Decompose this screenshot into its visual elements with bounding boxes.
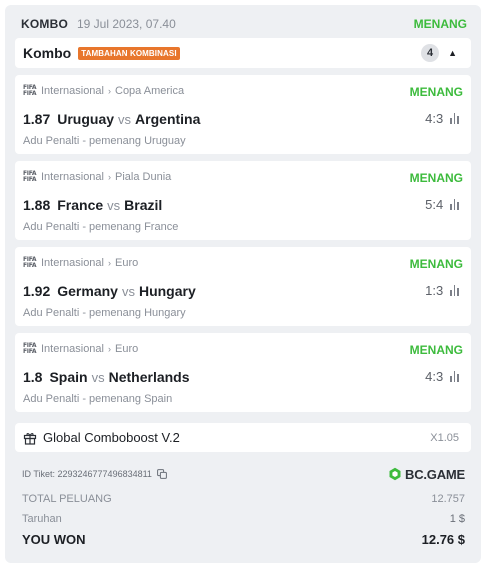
comboboost-row: Global Comboboost V.2 X1.05 — [15, 423, 471, 452]
stats-bars-icon[interactable] — [450, 113, 459, 124]
combo-title: Kombo — [23, 45, 72, 61]
match-line[interactable]: 1.88 France vs Brazil — [23, 197, 162, 213]
fifa-logo-icon: FIFA FIFA — [23, 84, 37, 97]
league-category[interactable]: Internasional — [41, 171, 104, 183]
bet-selection: Adu Penalti - pemenang Spain — [23, 393, 173, 405]
chevron-right-icon: › — [108, 172, 111, 182]
brand-logo: BC.GAME — [388, 467, 465, 482]
bet-status-badge: MENANG — [409, 257, 463, 271]
final-score: 1:3 — [425, 283, 444, 298]
match-line[interactable]: 1.92 Germany vs Hungary — [23, 283, 196, 299]
stake-label: Taruhan — [22, 513, 62, 525]
bet-odds: 1.92 — [23, 283, 51, 299]
league-name[interactable]: Piala Dunia — [115, 171, 171, 183]
won-value: 12.76 $ — [421, 531, 465, 547]
home-team: Germany — [57, 283, 118, 299]
score-block: 5:4 — [425, 197, 459, 212]
bc-game-logo-icon — [389, 467, 401, 481]
chevron-right-icon: › — [108, 86, 111, 96]
match-line[interactable]: 1.8 Spain vs Netherlands — [23, 369, 190, 385]
stats-bars-icon[interactable] — [450, 371, 459, 382]
won-label: YOU WON — [22, 531, 86, 547]
won-row: YOU WON 12.76 $ — [22, 531, 465, 547]
bet-card: FIFA FIFA Internasional › Piala Dunia MEN… — [15, 161, 471, 240]
score-block: 4:3 — [425, 111, 459, 126]
final-score: 5:4 — [425, 197, 444, 212]
bet-selection: Adu Penalti - pemenang France — [23, 221, 179, 233]
bet-card: FIFA FIFA Internasional › Copa America ME… — [15, 75, 471, 154]
bet-card: FIFA FIFA Internasional › Euro MENANG 1.9… — [15, 247, 471, 326]
bet-status-badge: MENANG — [409, 343, 463, 357]
stats-bars-icon[interactable] — [450, 199, 459, 210]
chevron-right-icon: › — [108, 258, 111, 268]
away-team: Netherlands — [108, 369, 190, 385]
total-odds-row: TOTAL PELUANG 12.757 — [22, 492, 465, 506]
combo-toggle-bar[interactable]: Kombo TAMBAHAN KOMBINASI 4 ▲ — [15, 38, 471, 68]
fifa-logo-icon: FIFA FIFA — [23, 256, 37, 269]
league-path: FIFA FIFA Internasional › Piala Dunia — [23, 170, 171, 184]
total-odds-value: 12.757 — [431, 493, 465, 505]
stake-value: 1 $ — [449, 513, 465, 525]
stake-row: Taruhan 1 $ — [22, 512, 465, 526]
comboboost-name: Global Comboboost V.2 — [43, 430, 180, 445]
league-path: FIFA FIFA Internasional › Euro — [23, 256, 138, 270]
bet-selection: Adu Penalti - pemenang Hungary — [23, 307, 186, 319]
total-odds-label: TOTAL PELUANG — [22, 493, 112, 505]
ticket-header: KOMBO 19 Jul 2023, 07.40 MENANG — [21, 13, 467, 35]
league-name[interactable]: Copa America — [115, 85, 184, 97]
league-category[interactable]: Internasional — [41, 257, 104, 269]
comboboost-multiplier: X1.05 — [430, 431, 459, 444]
away-team: Brazil — [124, 197, 163, 213]
chevron-up-icon[interactable]: ▲ — [448, 48, 457, 58]
league-path: FIFA FIFA Internasional › Euro — [23, 342, 138, 356]
bet-status-badge: MENANG — [409, 85, 463, 99]
ticket-id: ID Tiket: 2293246777496834811 — [22, 469, 152, 479]
away-team: Hungary — [138, 283, 196, 299]
league-name[interactable]: Euro — [115, 257, 138, 269]
bet-card: FIFA FIFA Internasional › Euro MENANG 1.8… — [15, 333, 471, 412]
away-team: Argentina — [135, 111, 201, 127]
home-team: France — [57, 197, 104, 213]
vs-label: vs — [91, 370, 105, 385]
selection-count-badge: 4 — [421, 44, 440, 62]
vs-label: vs — [121, 284, 135, 299]
league-category[interactable]: Internasional — [41, 85, 104, 97]
fifa-logo-icon: FIFA FIFA — [23, 342, 37, 355]
brand-name: BC.GAME — [405, 466, 465, 482]
final-score: 4:3 — [425, 111, 444, 126]
bet-odds: 1.87 — [23, 111, 51, 127]
stats-bars-icon[interactable] — [450, 285, 459, 296]
final-score: 4:3 — [425, 369, 444, 384]
chevron-right-icon: › — [108, 344, 111, 354]
bet-date: 19 Jul 2023, 07.40 — [77, 17, 176, 31]
score-block: 4:3 — [425, 369, 459, 384]
combo-tag-badge: TAMBAHAN KOMBINASI — [78, 46, 180, 60]
vs-label: vs — [107, 198, 121, 213]
fifa-logo-icon: FIFA FIFA — [23, 170, 37, 183]
bet-ticket: KOMBO 19 Jul 2023, 07.40 MENANG Kombo TA… — [5, 5, 481, 563]
league-path: FIFA FIFA Internasional › Copa America — [23, 84, 184, 98]
ticket-status-badge: MENANG — [413, 17, 467, 31]
league-category[interactable]: Internasional — [41, 343, 104, 355]
home-team: Spain — [49, 369, 88, 385]
home-team: Uruguay — [57, 111, 115, 127]
ticket-id-row: ID Tiket: 2293246777496834811 BC.GAME — [22, 463, 465, 485]
bet-selection: Adu Penalti - pemenang Uruguay — [23, 135, 186, 147]
vs-label: vs — [118, 112, 132, 127]
bet-odds: 1.8 — [23, 369, 43, 385]
bet-type-label: KOMBO — [21, 17, 68, 31]
bet-odds: 1.88 — [23, 197, 51, 213]
copy-icon[interactable] — [157, 469, 167, 479]
gift-icon — [23, 432, 37, 445]
score-block: 1:3 — [425, 283, 459, 298]
bet-status-badge: MENANG — [409, 171, 463, 185]
league-name[interactable]: Euro — [115, 343, 138, 355]
match-line[interactable]: 1.87 Uruguay vs Argentina — [23, 111, 200, 127]
